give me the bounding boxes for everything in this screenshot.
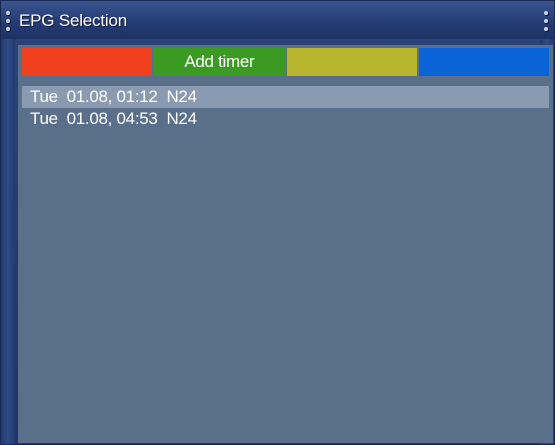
grip-right-icon	[544, 11, 549, 31]
red-button[interactable]	[22, 48, 153, 76]
list-item[interactable]: Tue 01.08, 04:53 N24	[22, 108, 549, 130]
content-panel: Add timer Tue 01.08, 01:12 N24 Tue 01.08…	[18, 45, 553, 443]
event-time: 01:12	[116, 87, 158, 106]
event-channel: N24	[166, 109, 197, 128]
add-timer-button[interactable]: Add timer	[154, 48, 285, 76]
event-day: Tue	[30, 87, 58, 106]
event-date: 01.08,	[66, 109, 113, 128]
epg-selection-window: EPG Selection Add timer Tue 01.08, 01:12…	[0, 0, 555, 445]
frame-left	[1, 39, 15, 444]
event-channel: N24	[166, 87, 197, 106]
event-date: 01.08,	[66, 87, 113, 106]
list-item[interactable]: Tue 01.08, 01:12 N24	[22, 86, 549, 108]
color-button-bar: Add timer	[22, 48, 549, 76]
grip-left-icon	[6, 11, 11, 31]
event-day: Tue	[30, 109, 58, 128]
blue-button[interactable]	[418, 48, 549, 76]
yellow-button[interactable]	[286, 48, 417, 76]
add-timer-button-label: Add timer	[184, 52, 255, 71]
event-time: 04:53	[116, 109, 158, 128]
window-title: EPG Selection	[19, 11, 127, 30]
epg-event-list: Tue 01.08, 01:12 N24 Tue 01.08, 04:53 N2…	[22, 86, 549, 130]
title-bar: EPG Selection	[1, 1, 554, 39]
